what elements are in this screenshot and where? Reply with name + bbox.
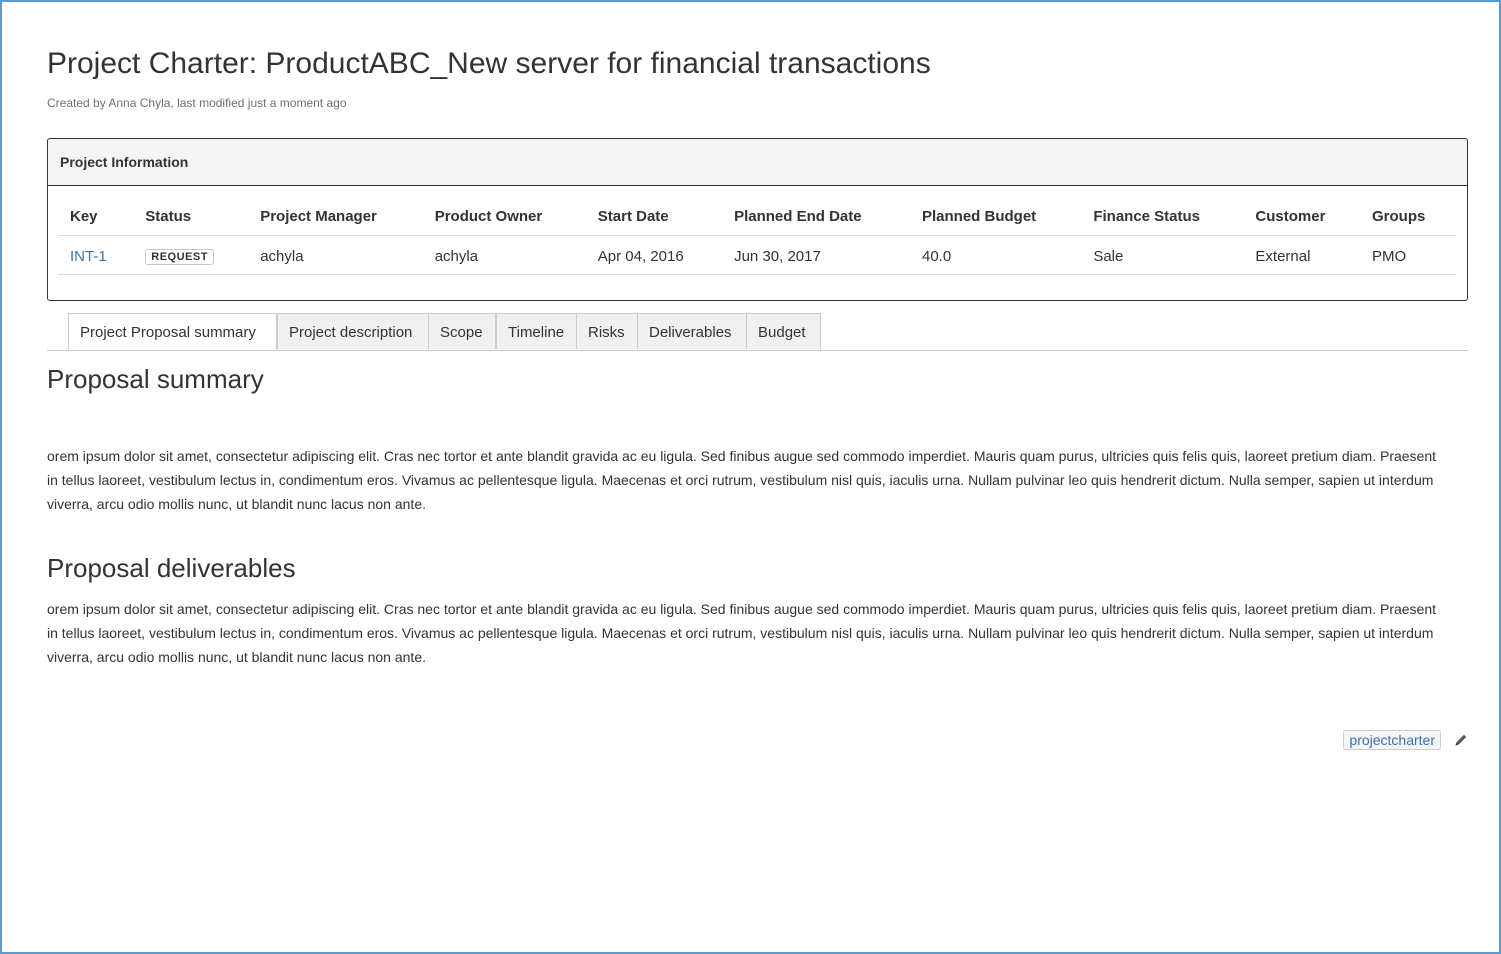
project-information-panel: Project Information Key Status Project M… — [47, 138, 1468, 301]
project-information-table: Key Status Project Manager Product Owner… — [58, 199, 1456, 275]
tab-deliverables[interactable]: Deliverables — [637, 313, 747, 349]
tab-project-proposal-summary[interactable]: Project Proposal summary — [68, 313, 277, 350]
page-title: Project Charter: ProductABC_New server f… — [47, 47, 931, 80]
start-date-cell: Apr 04, 2016 — [585, 235, 723, 275]
project-manager-cell: achyla — [248, 235, 423, 275]
labels-area: projectcharter — [1343, 730, 1468, 750]
column-header-key: Key — [58, 199, 134, 236]
column-header-status: Status — [133, 199, 249, 236]
key-cell: INT-1 — [58, 235, 134, 275]
project-information-heading: Project Information — [48, 139, 1467, 186]
tab-scope[interactable]: Scope — [428, 313, 496, 349]
table-header-row: Key Status Project Manager Product Owner… — [58, 199, 1456, 236]
column-header-product-owner: Product Owner — [422, 199, 586, 236]
label-projectcharter[interactable]: projectcharter — [1343, 730, 1441, 750]
column-header-groups: Groups — [1359, 199, 1456, 236]
column-header-project-manager: Project Manager — [248, 199, 423, 236]
column-header-planned-budget: Planned Budget — [909, 199, 1082, 236]
tab-bar: Project Proposal summary Project descrip… — [47, 313, 1468, 351]
page-byline: Created by Anna Chyla, last modified jus… — [47, 96, 347, 110]
finance-status-cell: Sale — [1081, 235, 1244, 275]
groups-cell: PMO — [1359, 235, 1456, 275]
proposal-summary-heading: Proposal summary — [47, 364, 264, 394]
pencil-icon[interactable] — [1454, 733, 1468, 747]
column-header-start-date: Start Date — [585, 199, 723, 236]
customer-cell: External — [1243, 235, 1360, 275]
proposal-deliverables-text: orem ipsum dolor sit amet, consectetur a… — [47, 601, 1437, 665]
tab-budget[interactable]: Budget — [746, 313, 821, 349]
tab-risks[interactable]: Risks — [576, 313, 638, 349]
planned-budget-cell: 40.0 — [909, 235, 1082, 275]
column-header-customer: Customer — [1243, 199, 1360, 236]
planned-end-date-cell: Jun 30, 2017 — [722, 235, 910, 275]
status-cell: REQUEST — [133, 235, 249, 275]
issue-key-link[interactable]: INT-1 — [70, 248, 107, 265]
proposal-deliverables-heading: Proposal deliverables — [47, 553, 296, 583]
status-badge: REQUEST — [145, 249, 214, 265]
proposal-summary-text: orem ipsum dolor sit amet, consectetur a… — [47, 448, 1437, 512]
column-header-finance-status: Finance Status — [1081, 199, 1244, 236]
tab-timeline[interactable]: Timeline — [496, 313, 577, 349]
product-owner-cell: achyla — [422, 235, 586, 275]
table-row: INT-1 REQUEST achyla achyla Apr 04, 2016… — [58, 235, 1456, 275]
column-header-planned-end-date: Planned End Date — [722, 199, 910, 236]
tab-project-description[interactable]: Project description — [277, 313, 429, 349]
